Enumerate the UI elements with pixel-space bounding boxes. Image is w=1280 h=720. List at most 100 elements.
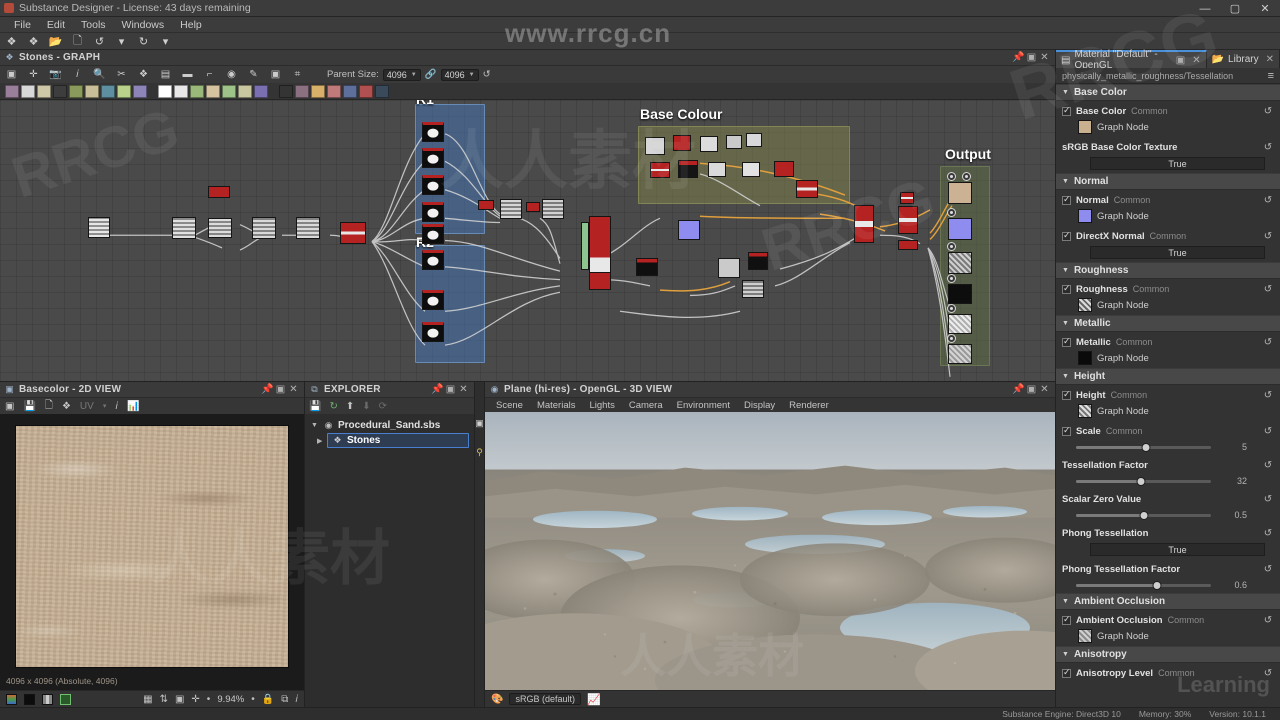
graph-output-metallic[interactable] xyxy=(948,284,972,304)
slider-phong-tessellation-factor[interactable] xyxy=(1076,580,1211,590)
swatch-height[interactable] xyxy=(1078,404,1092,418)
parent-size-width-dropdown[interactable]: 4096 ▼ xyxy=(382,68,421,81)
reset-icon[interactable]: ↺ xyxy=(1262,667,1274,679)
view3d-canvas[interactable] xyxy=(485,412,1055,690)
chevron-down-icon[interactable]: ▼ xyxy=(311,422,319,429)
menu-windows[interactable]: Windows xyxy=(114,19,173,31)
align-icon[interactable]: ⌗ xyxy=(291,68,304,81)
node-fx-icon[interactable] xyxy=(279,84,293,98)
tab-material[interactable]: ▤ Material "Default" - OpenGL ▣ ✕ xyxy=(1056,49,1207,71)
graph-node[interactable] xyxy=(340,222,366,244)
reset-icon[interactable]: ↺ xyxy=(1262,336,1274,348)
swatch-base-color[interactable] xyxy=(1078,120,1092,134)
brush-icon[interactable]: ✎ xyxy=(247,68,260,81)
reset-icon[interactable]: ↺ xyxy=(1262,230,1274,242)
swatch-metallic[interactable] xyxy=(1078,351,1092,365)
graph-node[interactable] xyxy=(589,272,611,290)
output-port-icon[interactable] xyxy=(947,274,956,283)
menu-scene[interactable]: Scene xyxy=(489,400,530,411)
graph-node[interactable] xyxy=(650,162,670,178)
node-transform-icon[interactable] xyxy=(117,84,131,98)
checkbox-base-color[interactable] xyxy=(1062,105,1071,116)
node-normal-icon[interactable] xyxy=(101,84,115,98)
chevron-down-icon[interactable]: ▼ xyxy=(1062,89,1069,96)
undo-icon[interactable]: ↺ xyxy=(93,35,106,48)
checkbox-directx-normal[interactable] xyxy=(1062,230,1071,241)
graph-node[interactable] xyxy=(774,161,794,177)
bool-directx-normal[interactable]: True xyxy=(1090,246,1265,259)
checkbox-scale[interactable] xyxy=(1062,425,1071,436)
output-port-icon[interactable] xyxy=(947,208,956,217)
section-anisotropy[interactable]: ▼ Anisotropy xyxy=(1056,646,1280,663)
graph-node[interactable] xyxy=(898,240,918,250)
graph-node[interactable] xyxy=(542,199,564,219)
menu-display[interactable]: Display xyxy=(737,400,782,411)
graph-node[interactable] xyxy=(742,162,760,177)
graph-node[interactable] xyxy=(422,322,444,342)
section-metallic[interactable]: ▼ Metallic xyxy=(1056,315,1280,332)
tab-library[interactable]: 📂 Library ✕ xyxy=(1206,50,1280,68)
graph-node[interactable] xyxy=(746,133,762,147)
reset-icon[interactable]: ↺ xyxy=(1262,389,1274,401)
slider-value[interactable]: 5 xyxy=(1217,442,1247,452)
camera-icon[interactable]: 📷 xyxy=(49,68,62,81)
color-channels-icon[interactable] xyxy=(6,693,17,705)
graph-node[interactable] xyxy=(422,290,444,310)
node-gradient2-icon[interactable] xyxy=(222,84,236,98)
graph-node[interactable] xyxy=(678,160,698,178)
section-normal[interactable]: ▼ Normal xyxy=(1056,173,1280,190)
graph-node[interactable] xyxy=(900,192,914,204)
move-icon[interactable]: ✛ xyxy=(27,68,40,81)
graph-node[interactable] xyxy=(708,162,726,177)
tree-item-package[interactable]: ▼ ◉ Procedural_Sand.sbs xyxy=(305,418,474,433)
graph-tab-title[interactable]: Stones - GRAPH xyxy=(19,52,100,63)
node-text-icon[interactable] xyxy=(327,84,341,98)
close-icon[interactable]: ✕ xyxy=(1038,52,1051,63)
node-shape-icon[interactable] xyxy=(174,84,188,98)
close-icon[interactable]: ✕ xyxy=(1038,384,1051,395)
hamburger-icon[interactable]: ≡ xyxy=(1268,70,1274,82)
preview-toggle-icon[interactable] xyxy=(60,693,71,705)
chevron-down-icon[interactable]: ▼ xyxy=(1062,651,1069,658)
graph-canvas[interactable]: R1 R2 Base Colour Output xyxy=(0,100,1055,381)
pin-icon[interactable]: 📌 xyxy=(1012,52,1025,63)
graph-node[interactable] xyxy=(742,280,764,298)
select-icon[interactable]: ▣ xyxy=(5,68,18,81)
reset-icon[interactable]: ↺ xyxy=(1262,425,1274,437)
save-image-icon[interactable]: 💾 xyxy=(23,401,35,412)
link-cut-icon[interactable]: ✂ xyxy=(115,68,128,81)
output-port-icon[interactable] xyxy=(947,242,956,251)
chevron-down-icon[interactable]: ▼ xyxy=(1062,267,1069,274)
output-port-icon[interactable] xyxy=(962,172,971,181)
node-paint-icon[interactable] xyxy=(359,84,373,98)
menu-renderer[interactable]: Renderer xyxy=(782,400,836,411)
graph-node[interactable] xyxy=(88,217,110,238)
graph-output-ao[interactable] xyxy=(948,344,972,364)
node-bitmap-icon[interactable] xyxy=(5,84,19,98)
graph-node-icon[interactable]: ❖ xyxy=(137,68,150,81)
graph-node[interactable] xyxy=(296,217,320,239)
menu-help[interactable]: Help xyxy=(172,19,210,31)
minimize-button[interactable]: — xyxy=(1190,0,1220,17)
connect-icon[interactable]: ▬ xyxy=(181,68,194,81)
reload-icon[interactable]: ⟳ xyxy=(379,401,387,412)
graph-node[interactable] xyxy=(422,202,444,222)
checkbox-normal[interactable] xyxy=(1062,194,1071,205)
duplicate-icon[interactable]: ⧉ xyxy=(281,694,288,705)
camera-icon[interactable]: ▣ xyxy=(475,418,484,429)
node-shuffle-icon[interactable] xyxy=(53,84,67,98)
graph-node[interactable] xyxy=(726,135,742,149)
graph-node[interactable] xyxy=(500,199,522,219)
checkbox-metallic[interactable] xyxy=(1062,336,1071,347)
undo-dropdown-icon[interactable]: ▾ xyxy=(115,35,128,48)
close-icon[interactable]: ✕ xyxy=(457,384,470,395)
tab-restore-icon[interactable]: ▣ xyxy=(1176,55,1185,66)
breadcrumb-path[interactable]: physically_metallic_roughness/Tessellati… xyxy=(1062,71,1233,81)
copy-icon[interactable]: 🗋 xyxy=(45,398,53,415)
black-swatch-icon[interactable] xyxy=(24,693,35,705)
tree-item-graph[interactable]: ❖ Stones xyxy=(327,433,469,448)
checkbox-roughness[interactable] xyxy=(1062,283,1071,294)
swatch-normal[interactable] xyxy=(1078,209,1092,223)
checkbox-anisotropy-level[interactable] xyxy=(1062,667,1071,678)
graph-node[interactable] xyxy=(422,122,444,142)
